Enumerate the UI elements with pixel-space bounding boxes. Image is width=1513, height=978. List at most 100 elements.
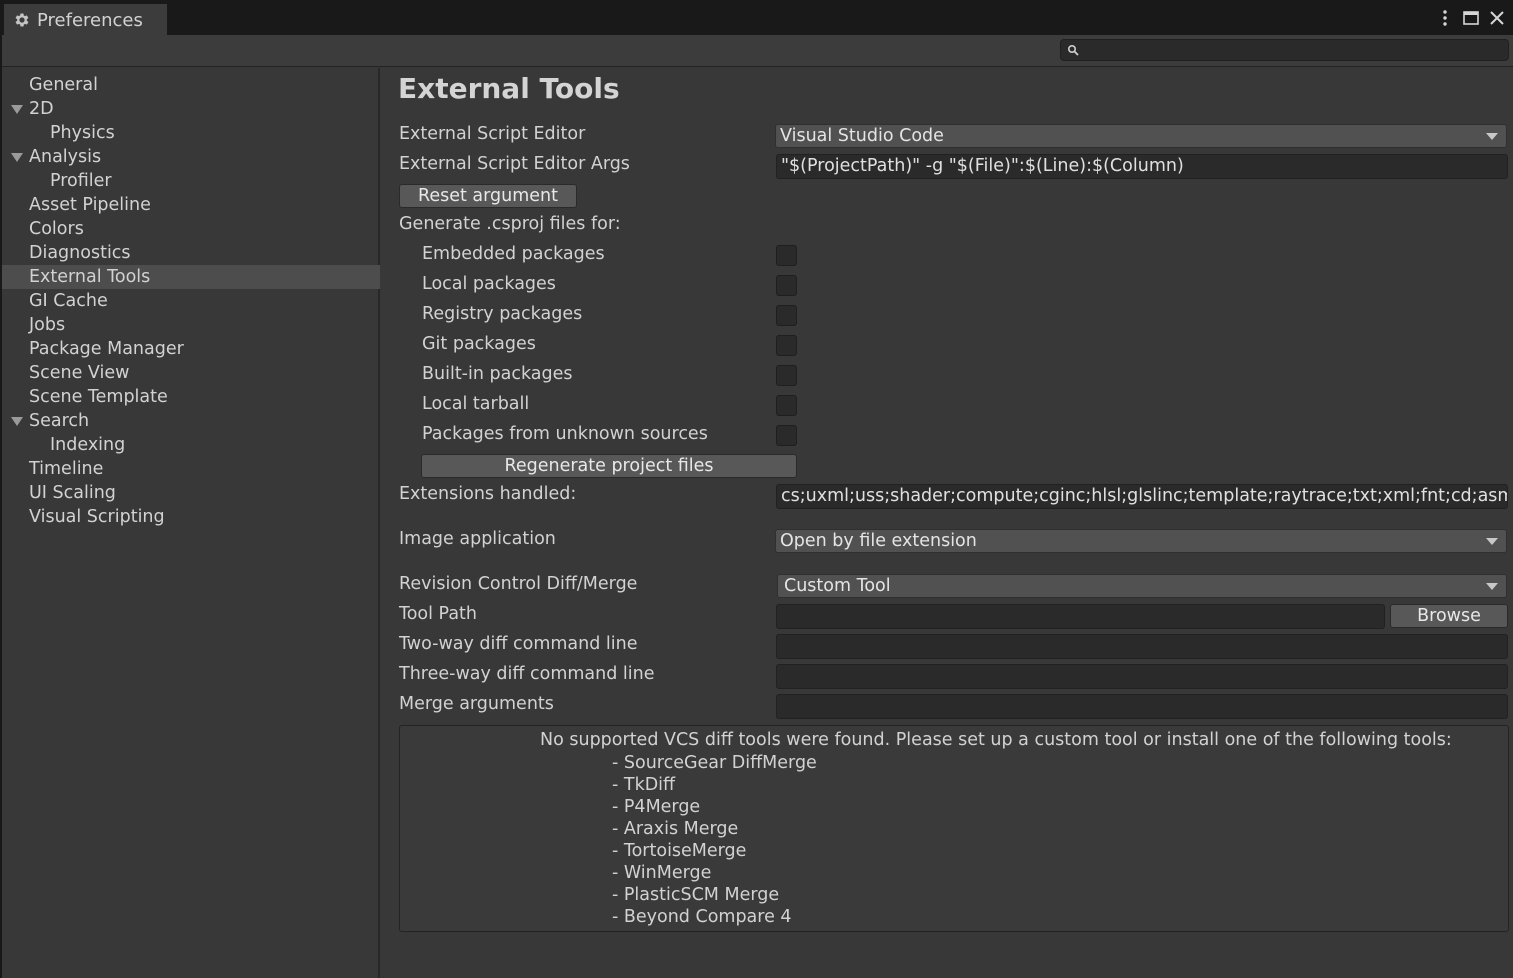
vcs-help-box: No supported VCS diff tools were found. … (399, 725, 1509, 932)
preferences-window: Preferences General 2D Physics Analysis Prof… (0, 2, 1513, 978)
csproj-option-label: Packages from unknown sources (422, 424, 708, 444)
browse-button[interactable]: Browse (1390, 604, 1508, 628)
sidebar-item-label: Asset Pipeline (29, 195, 151, 215)
script-editor-value: Visual Studio Code (780, 126, 944, 146)
sidebar-item-search[interactable]: Search (2, 409, 380, 433)
csproj-option-checkbox[interactable] (776, 335, 797, 356)
sidebar-item-general[interactable]: General (2, 73, 380, 97)
sidebar-item-label: Profiler (50, 171, 112, 191)
expand-triangle-icon[interactable] (11, 417, 23, 426)
sidebar-item-label: Timeline (29, 459, 104, 479)
merge-arguments-input[interactable] (776, 694, 1508, 719)
sidebar-item-physics[interactable]: Physics (2, 121, 380, 145)
csproj-option-label: Built-in packages (422, 364, 573, 384)
sidebar-item-label: Scene View (29, 363, 130, 383)
regenerate-project-files-button[interactable]: Regenerate project files (421, 454, 797, 478)
sidebar-item-external-tools[interactable]: External Tools (2, 265, 380, 289)
expand-triangle-icon[interactable] (11, 153, 23, 162)
sidebar-item-label: Analysis (29, 147, 102, 167)
two-way-diff-input[interactable] (776, 634, 1508, 659)
sidebar-item-asset-pipeline[interactable]: Asset Pipeline (2, 193, 380, 217)
toolbar (2, 35, 1513, 67)
extensions-input[interactable]: cs;uxml;uss;shader;compute;cginc;hlsl;gl… (776, 484, 1508, 509)
external-tools-panel: External Tools External Script Editor Vi… (382, 68, 1513, 978)
three-way-diff-input[interactable] (776, 664, 1508, 689)
sidebar-item-label: 2D (29, 99, 54, 119)
sidebar-item-scene-view[interactable]: Scene View (2, 361, 380, 385)
sidebar-item-label: GI Cache (29, 291, 108, 311)
chevron-down-icon (1486, 133, 1498, 140)
vcs-tool-item: - PlasticSCM Merge (612, 885, 780, 905)
script-editor-label: External Script Editor (399, 124, 586, 144)
csproj-option-label: Local packages (422, 274, 556, 294)
chevron-down-icon (1486, 583, 1498, 590)
sidebar-item-label: Search (29, 411, 90, 431)
magnifier-icon (1067, 44, 1079, 56)
script-editor-dropdown[interactable]: Visual Studio Code (775, 124, 1507, 148)
title-bar: Preferences (2, 2, 1513, 36)
sidebar-item-package-manager[interactable]: Package Manager (2, 337, 380, 361)
sidebar-item-diagnostics[interactable]: Diagnostics (2, 241, 380, 265)
csproj-option-checkbox[interactable] (776, 245, 797, 266)
expand-triangle-icon[interactable] (11, 105, 23, 114)
sidebar-item-2d[interactable]: 2D (2, 97, 380, 121)
vcs-help-message: No supported VCS diff tools were found. … (540, 730, 1452, 750)
close-icon[interactable] (1487, 7, 1507, 29)
image-application-value: Open by file extension (780, 531, 977, 551)
sidebar-item-analysis[interactable]: Analysis (2, 145, 380, 169)
sidebar-item-label: Indexing (50, 435, 126, 455)
sidebar-item-gi-cache[interactable]: GI Cache (2, 289, 380, 313)
page-title: External Tools (398, 72, 620, 105)
sidebar-item-label: Package Manager (29, 339, 184, 359)
sidebar-item-colors[interactable]: Colors (2, 217, 380, 241)
image-application-dropdown[interactable]: Open by file extension (775, 529, 1507, 553)
sidebar-item-scene-template[interactable]: Scene Template (2, 385, 380, 409)
csproj-option-label: Embedded packages (422, 244, 605, 264)
sidebar-item-indexing[interactable]: Indexing (2, 433, 380, 457)
kebab-menu-icon[interactable] (1435, 7, 1455, 29)
csproj-option-checkbox[interactable] (776, 275, 797, 296)
gear-icon (15, 13, 29, 27)
sidebar-item-label: Physics (50, 123, 115, 143)
revision-control-dropdown[interactable]: Custom Tool (777, 574, 1507, 598)
tab-title: Preferences (37, 9, 143, 31)
tool-path-label: Tool Path (399, 604, 477, 624)
csproj-option-checkbox[interactable] (776, 365, 797, 386)
sidebar-item-ui-scaling[interactable]: UI Scaling (2, 481, 380, 505)
vcs-tool-item: - WinMerge (612, 863, 712, 883)
chevron-down-icon (1486, 538, 1498, 545)
search-input[interactable] (1083, 40, 1503, 60)
extensions-label: Extensions handled: (399, 484, 577, 504)
script-editor-args-label: External Script Editor Args (399, 154, 630, 174)
csproj-option-label: Registry packages (422, 304, 583, 324)
search-field[interactable] (1060, 39, 1509, 61)
maximize-icon[interactable] (1461, 7, 1481, 29)
sidebar-item-label: Scene Template (29, 387, 168, 407)
revision-control-value: Custom Tool (784, 576, 891, 596)
preferences-tab[interactable]: Preferences (4, 4, 167, 36)
vcs-tool-item: - TortoiseMerge (612, 841, 747, 861)
window-controls (1435, 7, 1507, 29)
reset-argument-button[interactable]: Reset argument (399, 184, 577, 208)
merge-arguments-label: Merge arguments (399, 694, 554, 714)
sidebar-item-label: General (29, 75, 98, 95)
sidebar-item-profiler[interactable]: Profiler (2, 169, 380, 193)
two-way-diff-label: Two-way diff command line (399, 634, 638, 654)
vcs-tools-list: - SourceGear DiffMerge - TkDiff - P4Merge -… (612, 752, 817, 928)
csproj-option-checkbox[interactable] (776, 395, 797, 416)
sidebar-item-label: UI Scaling (29, 483, 116, 503)
sidebar-item-label: Diagnostics (29, 243, 131, 263)
image-application-label: Image application (399, 529, 556, 549)
vcs-tool-item: - P4Merge (612, 797, 701, 817)
sidebar-item-jobs[interactable]: Jobs (2, 313, 380, 337)
sidebar-item-label: Jobs (29, 315, 66, 335)
sidebar-item-timeline[interactable]: Timeline (2, 457, 380, 481)
sidebar-item-label: Colors (29, 219, 84, 239)
tool-path-input[interactable] (776, 604, 1385, 629)
csproj-option-checkbox[interactable] (776, 305, 797, 326)
sidebar-item-visual-scripting[interactable]: Visual Scripting (2, 505, 380, 529)
csproj-option-label: Local tarball (422, 394, 530, 414)
csproj-option-checkbox[interactable] (776, 425, 797, 446)
csproj-option-label: Git packages (422, 334, 536, 354)
script-editor-args-input[interactable]: "$(ProjectPath)" -g "$(File)":$(Line):$(… (776, 154, 1508, 179)
